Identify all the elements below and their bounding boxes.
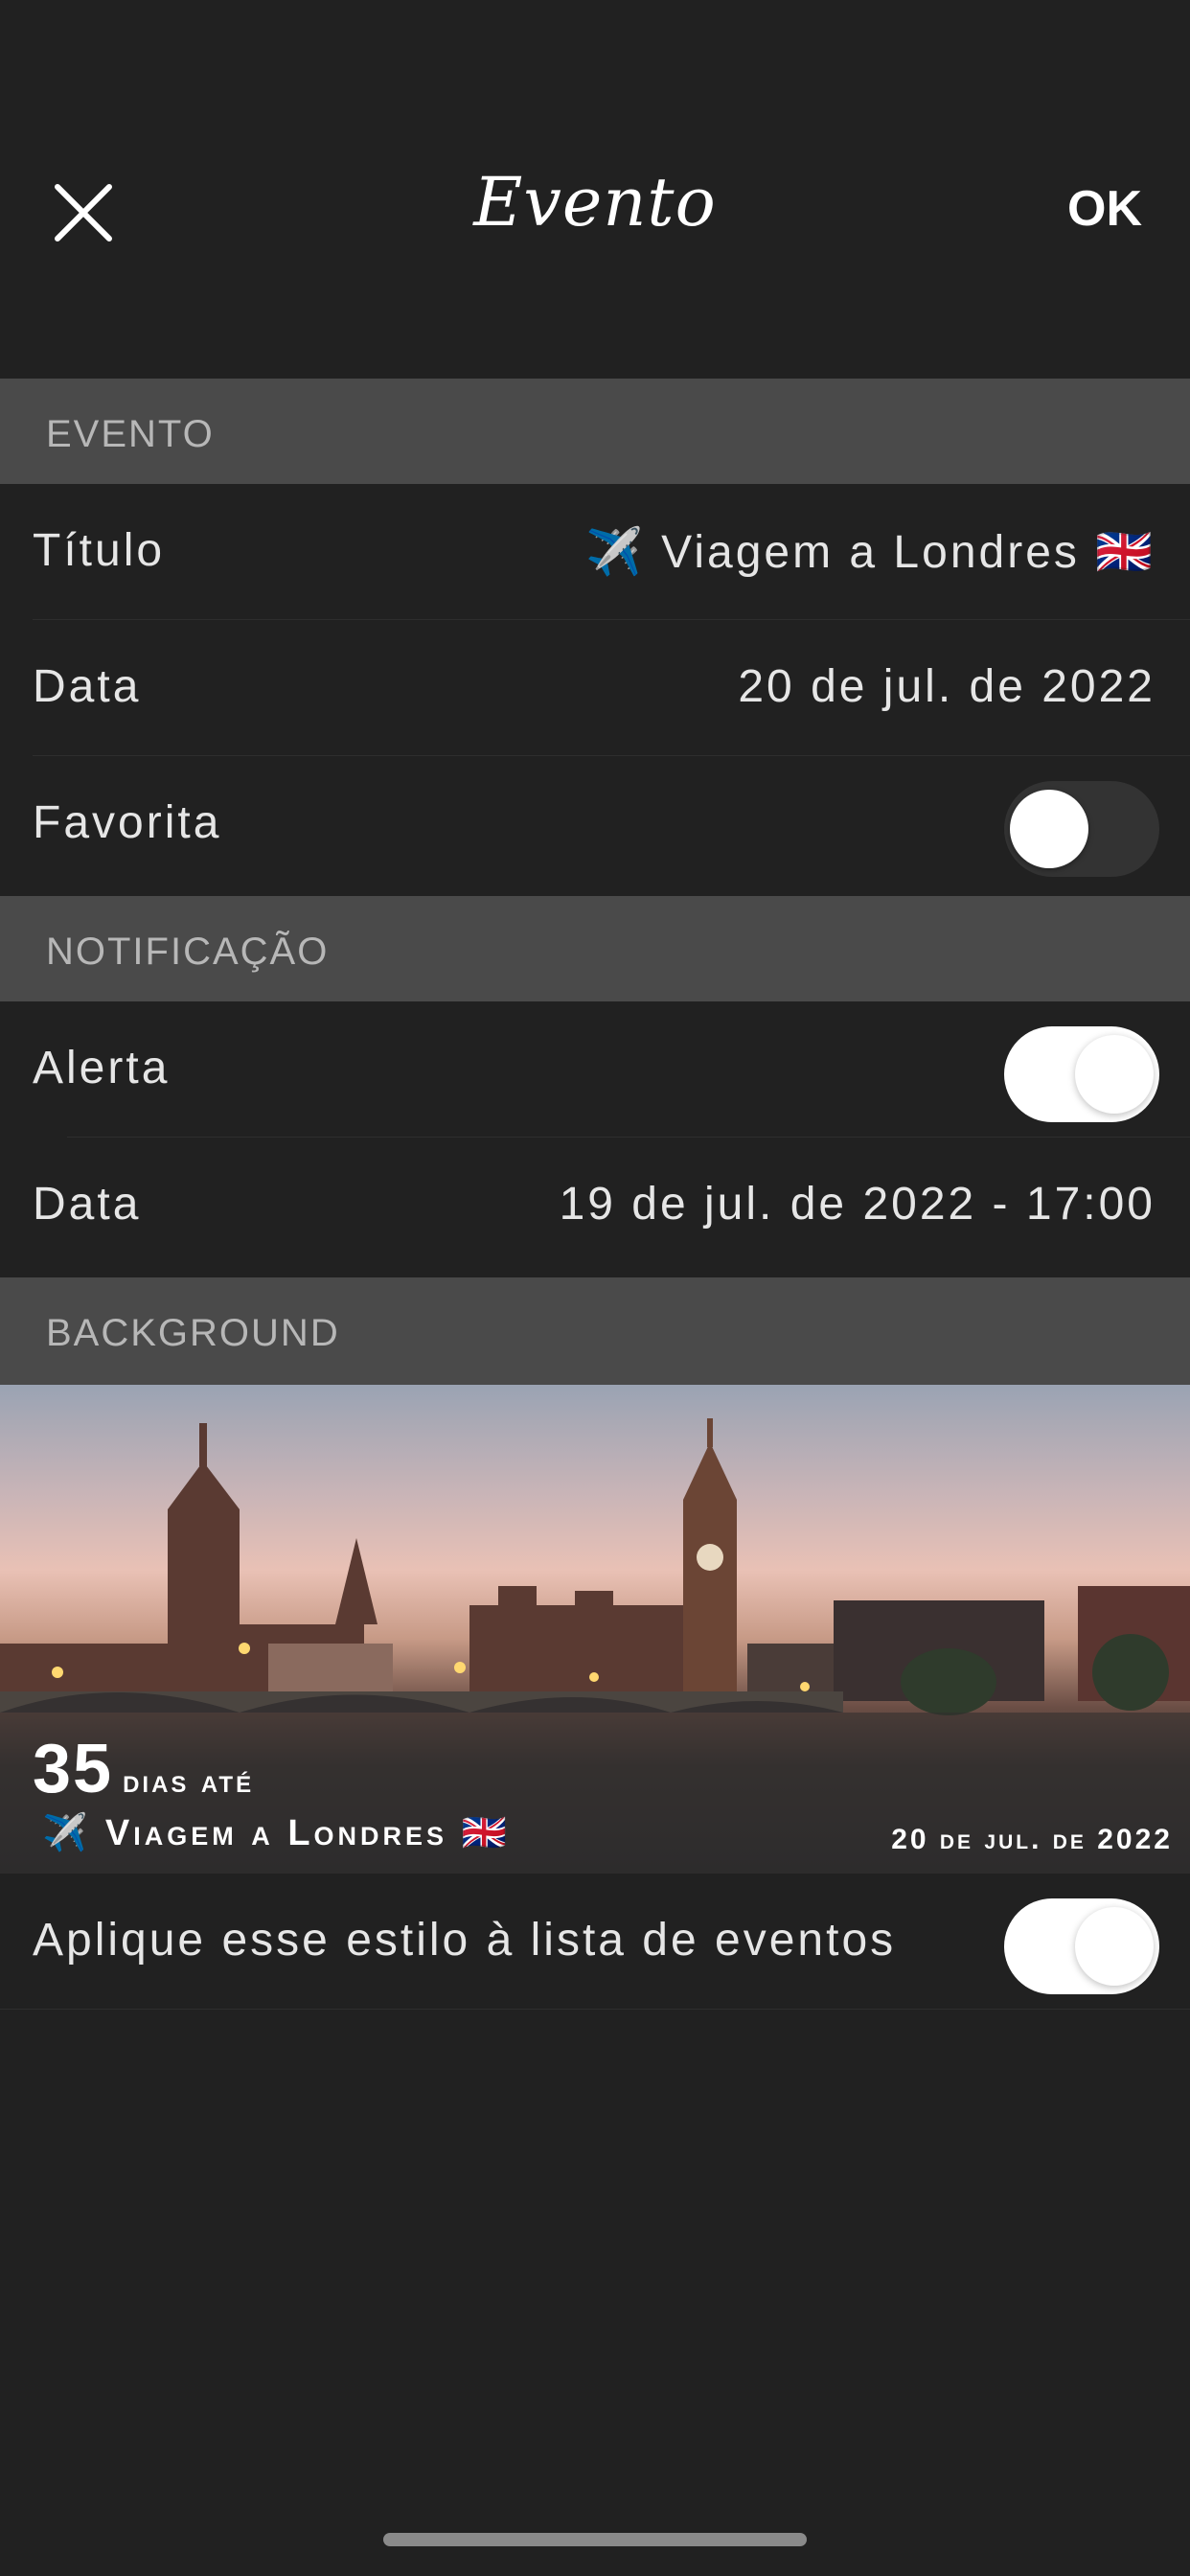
date-label: Data xyxy=(33,661,142,712)
days-countdown: 35 dias até xyxy=(33,1730,254,1808)
alert-label: Alerta xyxy=(33,1043,171,1093)
apply-style-row: Aplique esse estilo à lista de eventos xyxy=(0,1874,1190,2010)
date-row[interactable]: Data 20 de jul. de 2022 xyxy=(0,620,1190,756)
alert-row: Alerta xyxy=(0,1001,1190,1138)
section-header-notification: NOTIFICAÇÃO xyxy=(0,896,1190,1001)
section-header-event: EVENTO xyxy=(0,379,1190,484)
title-value: ✈️ Viagem a Londres 🇬🇧 xyxy=(585,527,1156,578)
home-indicator[interactable] xyxy=(383,2533,807,2546)
favorite-row: Favorita xyxy=(0,756,1190,896)
notification-date-row[interactable]: Data 19 de jul. de 2022 - 17:00 xyxy=(0,1138,1190,1277)
row-divider xyxy=(0,2009,1190,2010)
background-preview-card[interactable]: 35 dias até ✈️ Viagem a Londres 🇬🇧 20 de … xyxy=(0,1385,1190,1874)
days-number: 35 xyxy=(33,1731,114,1807)
date-value: 20 de jul. de 2022 xyxy=(738,661,1156,712)
notification-date-label: Data xyxy=(33,1179,142,1230)
section-header-background: BACKGROUND xyxy=(0,1277,1190,1385)
section-header-label: BACKGROUND xyxy=(46,1312,340,1354)
ok-button[interactable]: OK xyxy=(1067,180,1142,238)
card-event-title: ✈️ Viagem a Londres 🇬🇧 xyxy=(42,1813,511,1853)
navigation-bar: Evento OK xyxy=(0,0,1190,379)
section-header-label: EVENTO xyxy=(46,413,215,455)
favorite-label: Favorita xyxy=(33,797,222,848)
apply-style-label: Aplique esse estilo à lista de eventos xyxy=(33,1915,897,1966)
toggle-knob xyxy=(1010,790,1088,868)
page-title: Evento xyxy=(473,163,717,242)
card-event-date: 20 de jul. de 2022 xyxy=(891,1824,1173,1855)
alert-toggle[interactable] xyxy=(1004,1026,1159,1122)
title-label: Título xyxy=(33,525,166,576)
favorite-toggle[interactable] xyxy=(1004,781,1159,877)
days-label: dias até xyxy=(123,1763,255,1800)
notification-date-value: 19 de jul. de 2022 - 17:00 xyxy=(559,1179,1156,1230)
toggle-knob xyxy=(1075,1907,1154,1986)
apply-style-toggle[interactable] xyxy=(1004,1898,1159,1994)
section-header-label: NOTIFICAÇÃO xyxy=(46,931,330,973)
toggle-knob xyxy=(1075,1035,1154,1114)
title-row[interactable]: Título ✈️ Viagem a Londres 🇬🇧 xyxy=(0,484,1190,620)
